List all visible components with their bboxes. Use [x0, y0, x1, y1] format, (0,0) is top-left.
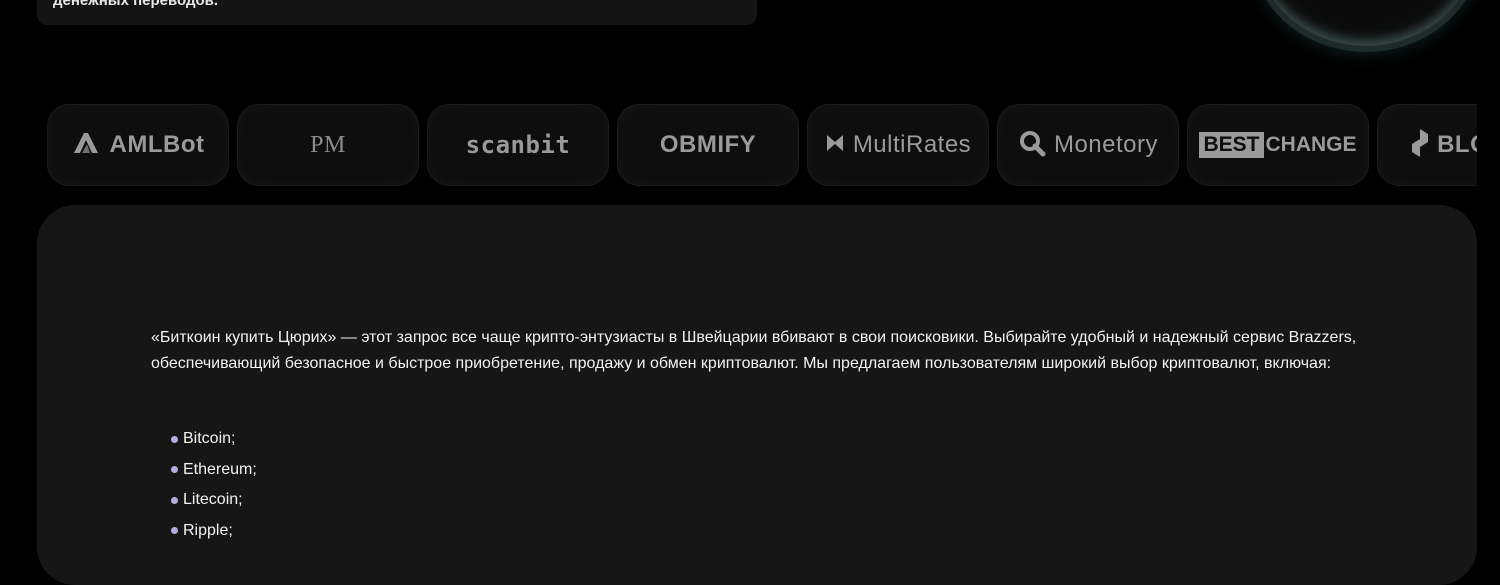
list-item: Ripple;	[171, 516, 257, 547]
partner-multirates[interactable]: MultiRates	[807, 104, 989, 186]
list-item: Ethereum;	[171, 455, 257, 486]
bullet-dot-icon	[171, 496, 178, 504]
partner-label-best: BEST	[1199, 132, 1264, 158]
partner-label: scanbit	[465, 131, 571, 159]
partners-carousel: AMLBot PM scanbit OBMIFY MultiRates Mone…	[37, 100, 1477, 188]
partner-label-change: CHANGE	[1265, 133, 1357, 156]
bullet-dot-icon	[171, 466, 178, 474]
partner-amlbot[interactable]: AMLBot	[47, 104, 229, 186]
coin-name: Ripple;	[183, 521, 233, 539]
partner-pm[interactable]: PM	[237, 104, 419, 186]
partner-label: MultiRates	[852, 131, 972, 158]
partner-obmify[interactable]: OBMIFY	[617, 104, 799, 186]
partner-label: Monetory	[1053, 131, 1159, 158]
partner-bestchange[interactable]: BEST CHANGE	[1187, 104, 1369, 186]
partner-label: OBMIFY	[659, 131, 757, 158]
coin-name: Ethereum;	[183, 460, 257, 478]
top-info-card: денежных переводов.	[37, 0, 757, 25]
list-item: Litecoin;	[171, 485, 257, 516]
coin-list: Bitcoin; Ethereum; Litecoin; Ripple;	[171, 424, 257, 546]
monetory-logo-icon	[1018, 129, 1046, 162]
partner-scanbit[interactable]: scanbit	[427, 104, 609, 186]
coin-name: Litecoin;	[183, 491, 243, 508]
article-card: «Биткоин купить Цюрих» — этот запрос все…	[37, 205, 1477, 585]
coin-illustration	[1250, 0, 1482, 52]
list-item: Bitcoin;	[171, 424, 257, 455]
partner-label: BLOCK	[1437, 131, 1477, 158]
partner-label: AMLBot	[109, 131, 205, 158]
partner-block[interactable]: BLOCK	[1377, 104, 1477, 186]
top-card-text: денежных переводов.	[53, 0, 219, 9]
bullet-dot-icon	[171, 435, 178, 443]
partner-label: PM	[310, 131, 346, 158]
block-logo-icon	[1411, 128, 1429, 163]
multirates-logo-icon	[825, 133, 845, 158]
amlbot-logo-icon	[72, 131, 102, 160]
partner-monetory[interactable]: Monetory	[997, 104, 1179, 186]
bullet-dot-icon	[171, 527, 178, 535]
coin-name: Bitcoin;	[183, 430, 236, 447]
article-intro: «Биткоин купить Цюрих» — этот запрос все…	[151, 329, 1357, 372]
